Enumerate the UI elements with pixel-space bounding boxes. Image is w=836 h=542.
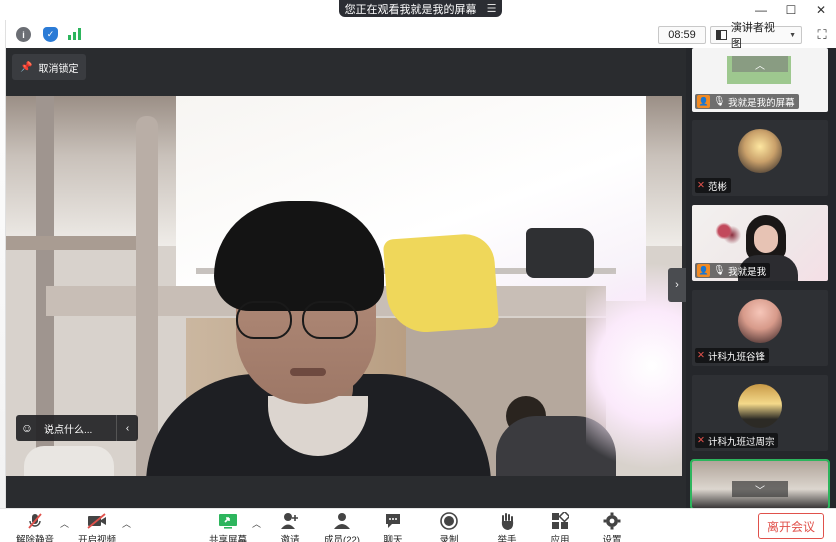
mic-muted-icon: ✕ <box>697 350 705 361</box>
host-icon: 👤 <box>697 95 710 108</box>
host-icon: 👤 <box>697 264 710 277</box>
gear-icon <box>603 511 621 531</box>
chevron-up-icon[interactable]: ︿ <box>122 517 131 530</box>
participant-name-tag: ✕ 计科九班过周宗 <box>695 433 779 448</box>
settings-label: 设置 <box>602 535 622 542</box>
invite-label: 邀请 <box>280 535 300 542</box>
participant-name-tag: ✕ 范彬 <box>695 178 731 193</box>
mic-muted-icon: ✕ <box>697 180 705 191</box>
participant-name-tag: 👤 🎙 我就是我 <box>695 263 771 278</box>
apps-button[interactable]: 应用 <box>535 511 585 542</box>
mic-icon: 🎙 <box>713 265 726 276</box>
screen-share-banner[interactable]: 您正在观看我就是我的屏幕 ☰ <box>339 0 502 17</box>
invite-button[interactable]: 邀请 <box>265 511 315 542</box>
emoji-icon[interactable]: ☺ <box>16 421 38 435</box>
share-banner-text: 您正在观看我就是我的屏幕 <box>344 3 477 16</box>
record-button[interactable]: 录制 <box>424 511 474 542</box>
share-screen-button[interactable]: 共享屏幕 <box>203 511 253 542</box>
chat-label: 聊天 <box>383 535 403 542</box>
settings-button[interactable]: 设置 <box>587 511 637 542</box>
chevron-up-icon[interactable]: ︿ <box>732 56 788 72</box>
avatar <box>738 299 782 343</box>
start-video-button[interactable]: 开启视频 <box>72 511 122 542</box>
pin-icon: 📌 <box>20 61 33 73</box>
participant-tile-active[interactable]: ﹀ <box>690 459 830 510</box>
maximize-icon[interactable]: ☐ <box>776 0 806 20</box>
participant-name: 计科九班过周宗 <box>707 436 775 448</box>
signal-strength-icon[interactable] <box>68 28 81 40</box>
fullscreen-icon[interactable]: ⛶ <box>814 27 830 43</box>
start-video-label: 开启视频 <box>77 535 116 542</box>
share-screen-icon <box>217 511 239 531</box>
chat-button[interactable]: 聊天 <box>368 511 418 542</box>
members-icon <box>333 511 351 531</box>
avatar <box>738 384 782 428</box>
chevron-down-icon[interactable]: ﹀ <box>732 481 788 497</box>
meeting-toolbar: 解除静音 ︿ 开启视频 ︿ 共享屏幕 ︿ 邀请 成员(22) 聊天 录制 举手 … <box>0 508 836 542</box>
participant-tile-screen[interactable]: ︿ 👤 🎙 我就是我的屏幕 <box>692 48 828 112</box>
unpin-label: 取消锁定 <box>38 63 79 75</box>
participant-name: 我就是我的屏幕 <box>728 97 795 109</box>
raise-hand-label: 举手 <box>497 535 517 542</box>
minimize-icon[interactable]: — <box>746 0 776 20</box>
layout-icon <box>716 30 727 40</box>
mic-muted-icon <box>26 511 44 531</box>
participant-name: 我就是我 <box>728 266 767 278</box>
participant-tile[interactable]: 👤 🎙 我就是我 <box>692 205 828 281</box>
avatar <box>738 129 782 173</box>
unmute-button[interactable]: 解除静音 <box>10 511 60 542</box>
video-off-icon <box>86 511 108 531</box>
collapse-gallery-button[interactable]: › <box>668 268 686 302</box>
share-screen-label: 共享屏幕 <box>208 535 247 542</box>
meeting-timer: 08:59 <box>658 26 706 44</box>
meeting-top-bar: i ✓ 08:59 演讲者视图 ▼ ⛶ <box>6 22 836 50</box>
leave-meeting-button[interactable]: 离开会议 <box>758 513 824 539</box>
participant-gallery[interactable]: ︿ 👤 🎙 我就是我的屏幕 ✕ 范彬 👤 🎙 我就是我 ✕ 计科九班谷锋 ✕ 计… <box>686 48 836 510</box>
raise-hand-button[interactable]: 举手 <box>482 511 532 542</box>
participant-name-tag: ✕ 计科九班谷锋 <box>695 348 769 363</box>
chevron-left-icon[interactable]: ‹ <box>116 415 138 441</box>
chevron-right-icon: › <box>675 279 679 291</box>
chevron-down-icon: ▼ <box>789 31 796 39</box>
chevron-up-icon[interactable]: ︿ <box>252 517 261 530</box>
record-label: 录制 <box>439 535 459 542</box>
participant-tile[interactable]: ✕ 计科九班谷锋 <box>692 290 828 366</box>
close-icon[interactable]: ✕ <box>806 0 836 20</box>
chevron-up-icon[interactable]: ︿ <box>60 517 69 530</box>
participant-name: 范彬 <box>707 181 727 193</box>
quick-chat-input[interactable]: ☺ 说点什么... ‹ <box>16 415 138 441</box>
chat-icon <box>384 511 402 531</box>
window-controls: — ☐ ✕ <box>746 0 836 20</box>
mic-icon: 🎙 <box>713 96 726 107</box>
unpin-button[interactable]: 📌 取消锁定 <box>12 54 87 80</box>
hand-icon <box>498 511 516 531</box>
main-stage: 📌 取消锁定 ☺ 说点什么... ‹ › <box>6 48 686 508</box>
security-shield-icon[interactable]: ✓ <box>43 27 58 42</box>
apps-icon <box>551 511 569 531</box>
record-icon <box>440 511 458 531</box>
participant-tile[interactable]: ✕ 计科九班过周宗 <box>692 375 828 451</box>
speaker-view-dropdown[interactable]: 演讲者视图 ▼ <box>710 22 802 50</box>
list-icon[interactable]: ☰ <box>487 2 497 15</box>
view-label: 演讲者视图 <box>730 22 775 50</box>
invite-icon <box>280 511 300 531</box>
participant-tile[interactable]: ✕ 范彬 <box>692 120 828 196</box>
apps-label: 应用 <box>550 535 570 542</box>
members-button[interactable]: 成员(22) <box>317 511 367 542</box>
unmute-label: 解除静音 <box>15 535 54 542</box>
mic-muted-icon: ✕ <box>697 435 705 446</box>
members-label: 成员(22) <box>324 535 360 542</box>
participant-name-tag: 👤 🎙 我就是我的屏幕 <box>695 94 799 109</box>
info-icon[interactable]: i <box>16 27 31 42</box>
participant-name: 计科九班谷锋 <box>707 351 765 363</box>
chat-placeholder: 说点什么... <box>44 424 93 436</box>
